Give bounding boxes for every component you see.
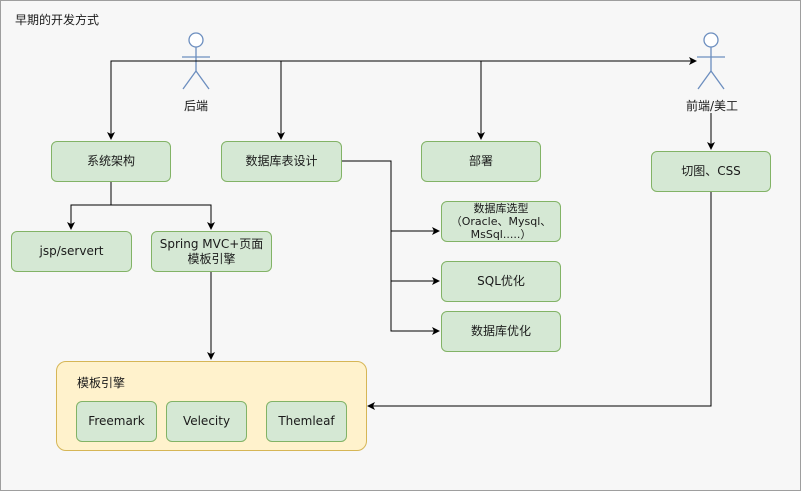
jsp-servlet-node[interactable]: jsp/servert <box>11 231 132 272</box>
spring-mvc-node[interactable]: Spring MVC+页面模板引擎 <box>151 231 272 272</box>
diagram-title: 早期的开发方式 <box>15 13 100 27</box>
edge-sql-optimize <box>390 231 440 285</box>
backend-actor-label: 后端 <box>183 99 208 113</box>
sql-optimize-node[interactable]: SQL优化 <box>441 261 561 302</box>
frontend-actor-icon <box>697 32 725 90</box>
db-optimize-node[interactable]: 数据库优化 <box>441 311 561 352</box>
slicing-css-node[interactable]: 切图、CSS <box>651 151 771 192</box>
diagram-canvas: 早期的开发方式 后端 前端/美工 系统架构 数据库表设计 部署 切图、CSS j… <box>0 0 801 491</box>
frontend-actor-label: 前端/美工 <box>685 99 739 113</box>
edge-db-optimize <box>390 281 440 335</box>
deploy-node[interactable]: 部署 <box>421 141 541 182</box>
edge-arch-jsp <box>67 182 112 230</box>
template-engine-label: 模板引擎 <box>77 376 126 390</box>
system-architecture-node[interactable]: 系统架构 <box>51 141 171 182</box>
db-selection-node[interactable]: 数据库选型（Oracle、Mysql、MsSql.....） <box>441 201 561 242</box>
edge-arch-spring <box>111 204 215 230</box>
freemarker-node[interactable]: Freemark <box>76 401 157 442</box>
edge-backend-deploy <box>281 60 485 140</box>
db-table-design-node[interactable]: 数据库表设计 <box>221 141 342 182</box>
thymeleaf-node[interactable]: Themleaf <box>266 401 347 442</box>
velocity-node[interactable]: Velecity <box>166 401 247 442</box>
